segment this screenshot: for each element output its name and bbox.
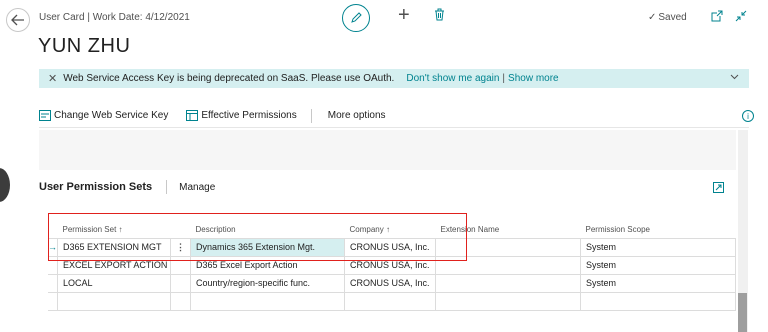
key-icon bbox=[39, 110, 51, 121]
manage-button[interactable]: Manage bbox=[179, 182, 215, 193]
description-cell[interactable]: Country/region-specific func. bbox=[190, 273, 345, 293]
trash-icon bbox=[435, 8, 444, 21]
new-button[interactable]: + bbox=[398, 5, 410, 25]
info-icon[interactable]: i bbox=[742, 110, 754, 122]
table-row[interactable] bbox=[48, 291, 736, 311]
back-arrow-icon bbox=[11, 14, 24, 26]
effective-permissions-action[interactable]: Effective Permissions bbox=[186, 110, 297, 121]
page-caption: User Card | Work Date: 4/12/2021 bbox=[39, 12, 190, 23]
scrollbar-thumb[interactable] bbox=[738, 293, 747, 332]
expand-button[interactable] bbox=[713, 180, 724, 198]
part-title[interactable]: User Permission Sets bbox=[39, 181, 152, 193]
extension-name-cell[interactable] bbox=[435, 273, 581, 293]
notification-message: Web Service Access Key is being deprecat… bbox=[63, 73, 395, 84]
part-separator bbox=[166, 180, 168, 194]
more-options-label: More options bbox=[327, 110, 386, 121]
more-options-action[interactable]: More options bbox=[328, 110, 386, 121]
show-more-link[interactable]: Show more bbox=[508, 73, 559, 84]
change-web-service-key-label: Change Web Service Key bbox=[54, 110, 169, 121]
plus-icon: + bbox=[398, 4, 410, 26]
permission-set-cell[interactable]: LOCAL bbox=[57, 273, 171, 293]
collapse-icon bbox=[735, 10, 747, 22]
permission-scope-cell[interactable]: System bbox=[580, 237, 736, 257]
table-row[interactable]: LOCAL Country/region-specific func. CRON… bbox=[48, 273, 736, 293]
notification-separator: | bbox=[502, 73, 506, 84]
company-cell[interactable] bbox=[344, 291, 436, 311]
extension-name-cell[interactable] bbox=[435, 291, 581, 311]
notification-bar: ✕ Web Service Access Key is being deprec… bbox=[39, 69, 749, 88]
checkmark-icon: ✓ bbox=[648, 12, 657, 23]
column-header-permission-scope[interactable]: Permission Scope bbox=[581, 222, 736, 238]
pencil-icon bbox=[351, 12, 362, 23]
edit-button[interactable] bbox=[342, 4, 370, 32]
close-icon[interactable]: ✕ bbox=[48, 72, 57, 85]
change-web-service-key-action[interactable]: Change Web Service Key bbox=[39, 110, 168, 121]
permissions-icon bbox=[186, 110, 199, 121]
expand-icon bbox=[713, 182, 724, 193]
dont-show-again-link[interactable]: Don't show me again bbox=[406, 73, 499, 84]
description-cell[interactable] bbox=[190, 291, 345, 311]
company-cell[interactable]: CRONUS USA, Inc. bbox=[344, 273, 436, 293]
permission-scope-cell[interactable]: System bbox=[580, 255, 736, 275]
collapse-button[interactable] bbox=[735, 9, 747, 27]
action-separator bbox=[310, 108, 312, 123]
chevron-down-icon[interactable] bbox=[730, 72, 739, 82]
effective-permissions-label: Effective Permissions bbox=[201, 110, 297, 121]
open-new-window-button[interactable] bbox=[711, 9, 723, 27]
page-title: YUN ZHU bbox=[38, 35, 131, 57]
highlight-annotation bbox=[48, 213, 467, 261]
saved-label: Saved bbox=[658, 12, 687, 23]
delete-button[interactable] bbox=[434, 8, 445, 26]
saved-status: ✓ Saved bbox=[648, 12, 687, 23]
permission-set-cell[interactable] bbox=[57, 291, 171, 311]
open-new-window-icon bbox=[711, 10, 723, 22]
part-header: User Permission Sets Manage bbox=[39, 180, 215, 194]
permission-scope-cell[interactable]: System bbox=[580, 273, 736, 293]
back-button[interactable] bbox=[6, 8, 30, 32]
permission-scope-cell[interactable] bbox=[580, 291, 736, 311]
side-handle bbox=[0, 168, 10, 202]
action-bar: Change Web Service Key Effective Permiss… bbox=[39, 104, 754, 128]
